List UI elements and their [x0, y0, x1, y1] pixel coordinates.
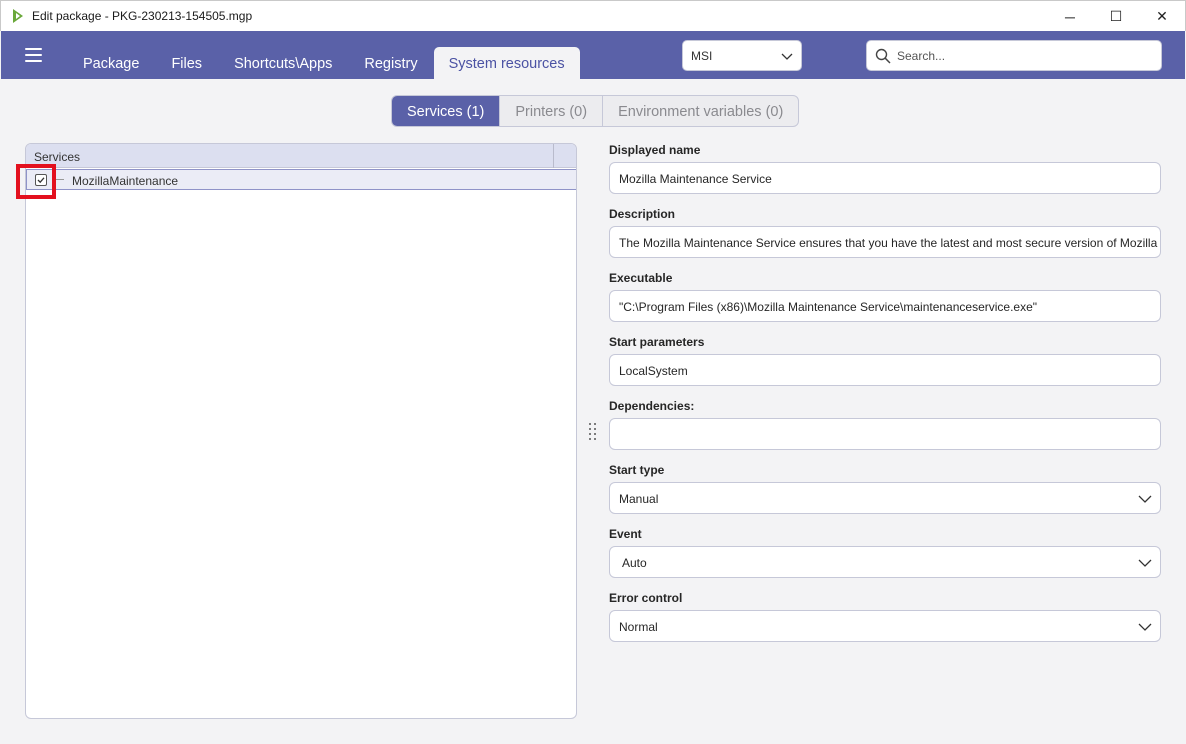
start-type-select[interactable]: Manual	[609, 482, 1161, 514]
search-icon	[875, 48, 891, 64]
subtab-printers[interactable]: Printers (0)	[499, 96, 602, 126]
tree-header: Services	[26, 144, 576, 168]
resource-subtabs: Services (1) Printers (0) Environment va…	[391, 95, 800, 127]
tree-column-services[interactable]: Services	[34, 150, 80, 164]
error-control-value: Normal	[619, 620, 658, 634]
subtab-services[interactable]: Services (1)	[392, 96, 500, 126]
tree-connector	[56, 179, 64, 180]
dependencies-field[interactable]	[609, 418, 1161, 450]
title-bar: Edit package - PKG-230213-154505.mgp ─ ☐…	[0, 0, 1186, 31]
tree-item-label: MozillaMaintenance	[72, 174, 179, 188]
error-control-select[interactable]: Normal	[609, 610, 1161, 642]
start-type-value: Manual	[619, 492, 659, 506]
displayed-name-field[interactable]: Mozilla Maintenance Service	[609, 162, 1161, 194]
window-title: Edit package - PKG-230213-154505.mgp	[32, 9, 253, 23]
chevron-down-icon	[781, 53, 793, 60]
start-parameters-label: Start parameters	[609, 335, 705, 349]
annotation-highlight	[16, 164, 56, 199]
format-select-value: MSI	[691, 49, 713, 63]
chevron-down-icon	[1138, 559, 1152, 567]
description-field[interactable]: The Mozilla Maintenance Service ensures …	[609, 226, 1161, 258]
start-type-label: Start type	[609, 463, 665, 477]
tree-item[interactable]: MozillaMaintenance	[26, 169, 576, 190]
close-button[interactable]: ✕	[1139, 1, 1185, 32]
event-select[interactable]: Auto	[609, 546, 1161, 578]
subtab-environment-variables[interactable]: Environment variables (0)	[602, 96, 798, 126]
description-label: Description	[609, 207, 676, 221]
displayed-name-label: Displayed name	[609, 143, 701, 157]
executable-field[interactable]: "C:\Program Files (x86)\Mozilla Maintena…	[609, 290, 1161, 322]
tab-system-resources[interactable]: System resources	[433, 47, 580, 79]
main-header: Package Files Shortcuts\Apps Registry Sy…	[1, 31, 1185, 79]
chevron-down-icon	[1138, 495, 1152, 503]
search-input[interactable]	[897, 47, 1147, 65]
format-select[interactable]: MSI	[682, 40, 802, 71]
search-box[interactable]	[866, 40, 1162, 71]
tab-shortcuts-apps[interactable]: Shortcuts\Apps	[218, 47, 348, 79]
hamburger-menu-icon[interactable]	[25, 48, 42, 62]
main-tabs: Package Files Shortcuts\Apps Registry Sy…	[67, 47, 580, 79]
error-control-label: Error control	[609, 591, 683, 605]
tab-registry[interactable]: Registry	[348, 47, 433, 79]
maximize-button[interactable]: ☐	[1093, 1, 1139, 32]
event-label: Event	[609, 527, 642, 541]
start-parameters-field[interactable]: LocalSystem	[609, 354, 1161, 386]
tab-package[interactable]: Package	[67, 47, 155, 79]
app-icon	[13, 9, 23, 23]
executable-label: Executable	[609, 271, 673, 285]
dependencies-label: Dependencies:	[609, 399, 695, 413]
chevron-down-icon	[1138, 623, 1152, 631]
tab-files[interactable]: Files	[155, 47, 218, 79]
minimize-button[interactable]: ─	[1047, 1, 1093, 32]
event-value: Auto	[622, 556, 647, 570]
splitter-grip-icon[interactable]	[589, 423, 597, 441]
column-separator[interactable]	[553, 144, 554, 168]
services-tree-panel: Services MozillaMaintenance	[25, 143, 577, 719]
